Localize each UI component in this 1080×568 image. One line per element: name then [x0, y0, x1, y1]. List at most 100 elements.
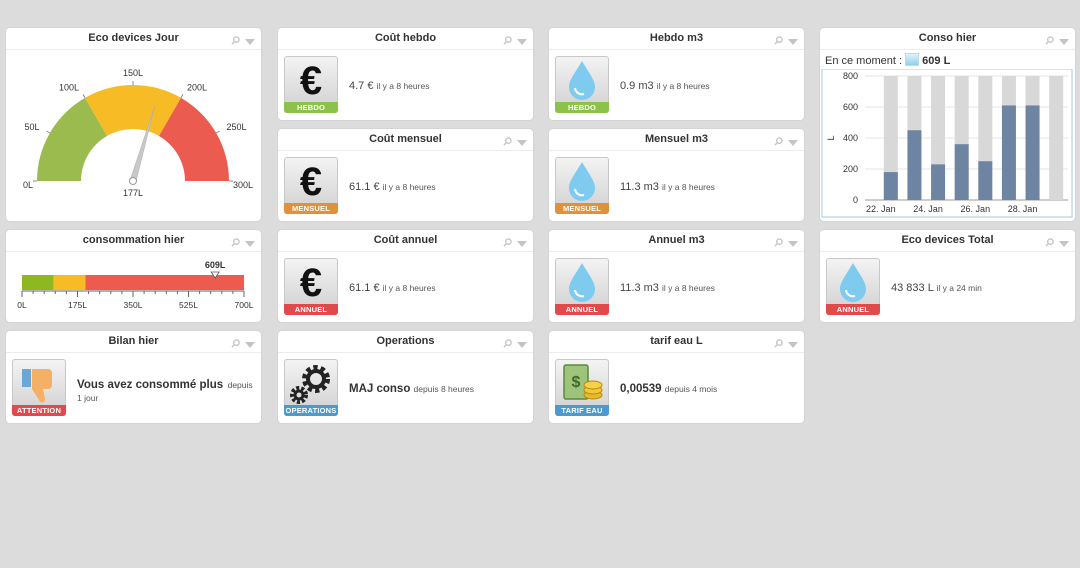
- x-tick-label: 22. Jan: [866, 204, 896, 214]
- icon-tag: ATTENTION: [12, 405, 66, 416]
- tile-header: Operations: [278, 331, 533, 353]
- tile-value: 4.7 € il y a 8 heures: [349, 80, 429, 92]
- icon-tag: TARIF EAU: [555, 405, 609, 416]
- euro-icon[interactable]: € ANNUEL: [284, 258, 338, 315]
- now-value: 609 L: [922, 55, 951, 67]
- tile-header: Annuel m3: [549, 230, 804, 252]
- tile-header: Coût hebdo: [278, 28, 533, 50]
- water-drop-icon[interactable]: ANNUEL: [826, 258, 880, 315]
- linear-tick-label: 0L: [17, 300, 27, 310]
- zoom-icon[interactable]: [503, 133, 512, 151]
- svg-text:€: €: [300, 261, 322, 304]
- zoom-icon[interactable]: [503, 234, 512, 252]
- updated-text: il y a 24 min: [936, 283, 982, 293]
- chevron-down-icon[interactable]: [788, 342, 798, 348]
- value-text: 11.3 m3: [620, 181, 659, 193]
- gauge-tick: [46, 130, 51, 134]
- x-tick-label: 28. Jan: [1008, 204, 1038, 214]
- zoom-icon[interactable]: [774, 335, 783, 353]
- tile-value: 61.1 € il y a 8 heures: [349, 282, 436, 294]
- money-icon[interactable]: $ TARIF EAU: [555, 359, 609, 416]
- chevron-down-icon[interactable]: [517, 241, 527, 247]
- zoom-icon[interactable]: [503, 335, 512, 353]
- tile-bilan-hier: Bilan hier ATTENTION Vous avez consommé …: [6, 331, 261, 423]
- linear-value-label: 609L: [205, 260, 226, 270]
- gauge-tick: [215, 130, 220, 134]
- tile-title: Eco devices Total: [901, 234, 994, 246]
- tile-cout-annuel: Coût annuel € ANNUEL 61.1 € il y a 8 heu…: [278, 230, 533, 322]
- water-drop-icon[interactable]: ANNUEL: [555, 258, 609, 315]
- water-drop-icon[interactable]: HEBDO: [555, 56, 609, 113]
- chevron-down-icon[interactable]: [517, 342, 527, 348]
- tile-tools: [774, 133, 798, 151]
- bar: [883, 172, 898, 200]
- tile-header: consommation hier: [6, 230, 261, 252]
- y-tick-label: 800: [843, 71, 858, 81]
- tile-title: Coût annuel: [373, 234, 438, 246]
- value-text: 0.9 m3: [620, 80, 654, 92]
- current-reading: En ce moment : 609 L: [825, 53, 950, 67]
- gauge-tick: [180, 94, 184, 99]
- chevron-down-icon[interactable]: [1059, 241, 1069, 247]
- zoom-icon[interactable]: [231, 32, 240, 50]
- tile-tools: [1045, 32, 1069, 50]
- chevron-down-icon[interactable]: [788, 241, 798, 247]
- svg-text:€: €: [300, 59, 322, 102]
- water-mini-icon: [905, 53, 920, 66]
- bar: [1025, 105, 1040, 200]
- tile-eco-devices-total: Eco devices Total ANNUEL 43 833 L il y a…: [820, 230, 1075, 322]
- tile-title: Operations: [376, 335, 435, 347]
- tile-value: 61.1 € il y a 8 heures: [349, 181, 436, 193]
- chevron-down-icon[interactable]: [245, 241, 255, 247]
- zoom-icon[interactable]: [231, 234, 240, 252]
- tile-conso-hier: Conso hier En ce moment : 609 L 0 200 400 6…: [820, 28, 1075, 221]
- svg-text:$: $: [572, 374, 581, 391]
- zoom-icon[interactable]: [774, 32, 783, 50]
- linear-gauge-chart: 0L 175L 350L 525L 700L 609L: [17, 260, 254, 310]
- euro-icon[interactable]: € HEBDO: [284, 56, 338, 113]
- tile-header: Coût annuel: [278, 230, 533, 252]
- updated-text: il y a 8 heures: [382, 283, 436, 293]
- tile-title: Bilan hier: [108, 335, 159, 347]
- zoom-icon[interactable]: [503, 32, 512, 50]
- linear-tick-label: 700L: [235, 300, 254, 310]
- tile-operations: Operations OPERATIONS MAJ conso depuis 8…: [278, 331, 533, 423]
- gauge-tick-label: 50L: [24, 122, 39, 132]
- linear-band: [53, 275, 86, 290]
- updated-text: depuis 4 mois: [664, 384, 718, 394]
- updated-text: il y a 8 heures: [656, 81, 710, 91]
- tile-tools: [231, 234, 255, 252]
- zoom-icon[interactable]: [1045, 234, 1054, 252]
- linear-tick-label: 175L: [68, 300, 87, 310]
- chevron-down-icon[interactable]: [517, 39, 527, 45]
- chevron-down-icon[interactable]: [245, 39, 255, 45]
- chevron-down-icon[interactable]: [245, 342, 255, 348]
- value-text: 61.1 €: [349, 181, 380, 193]
- tile-title: Hebdo m3: [649, 32, 704, 44]
- bar: [1001, 105, 1016, 200]
- bar: [931, 164, 946, 200]
- tile-tools: [503, 335, 527, 353]
- gauge-value-label: 177L: [123, 188, 143, 198]
- gauge-tick-label: 150L: [123, 68, 143, 78]
- zoom-icon[interactable]: [231, 335, 240, 353]
- euro-icon[interactable]: € MENSUEL: [284, 157, 338, 214]
- tile-cout-hebdo: Coût hebdo € HEBDO 4.7 € il y a 8 heures: [278, 28, 533, 120]
- tile-eco-devices-jour: Eco devices Jour 0L 50L 100L 150L 200L 250L 30…: [6, 28, 261, 221]
- zoom-icon[interactable]: [774, 234, 783, 252]
- gears-icon[interactable]: OPERATIONS: [284, 359, 338, 416]
- zoom-icon[interactable]: [1045, 32, 1054, 50]
- water-drop-icon[interactable]: MENSUEL: [555, 157, 609, 214]
- chevron-down-icon[interactable]: [1059, 39, 1069, 45]
- zoom-icon[interactable]: [774, 133, 783, 151]
- tile-cout-mensuel: Coût mensuel € MENSUEL 61.1 € il y a 8 h…: [278, 129, 533, 221]
- linear-band: [85, 275, 244, 290]
- gauge-tick-label: 300L: [233, 180, 253, 190]
- tile-title: tarif eau L: [650, 335, 703, 347]
- chevron-down-icon[interactable]: [788, 39, 798, 45]
- chevron-down-icon[interactable]: [517, 140, 527, 146]
- thumbs-down-icon[interactable]: ATTENTION: [12, 359, 66, 416]
- icon-tag: ANNUEL: [284, 304, 338, 315]
- chevron-down-icon[interactable]: [788, 140, 798, 146]
- gauge-tick: [82, 94, 86, 99]
